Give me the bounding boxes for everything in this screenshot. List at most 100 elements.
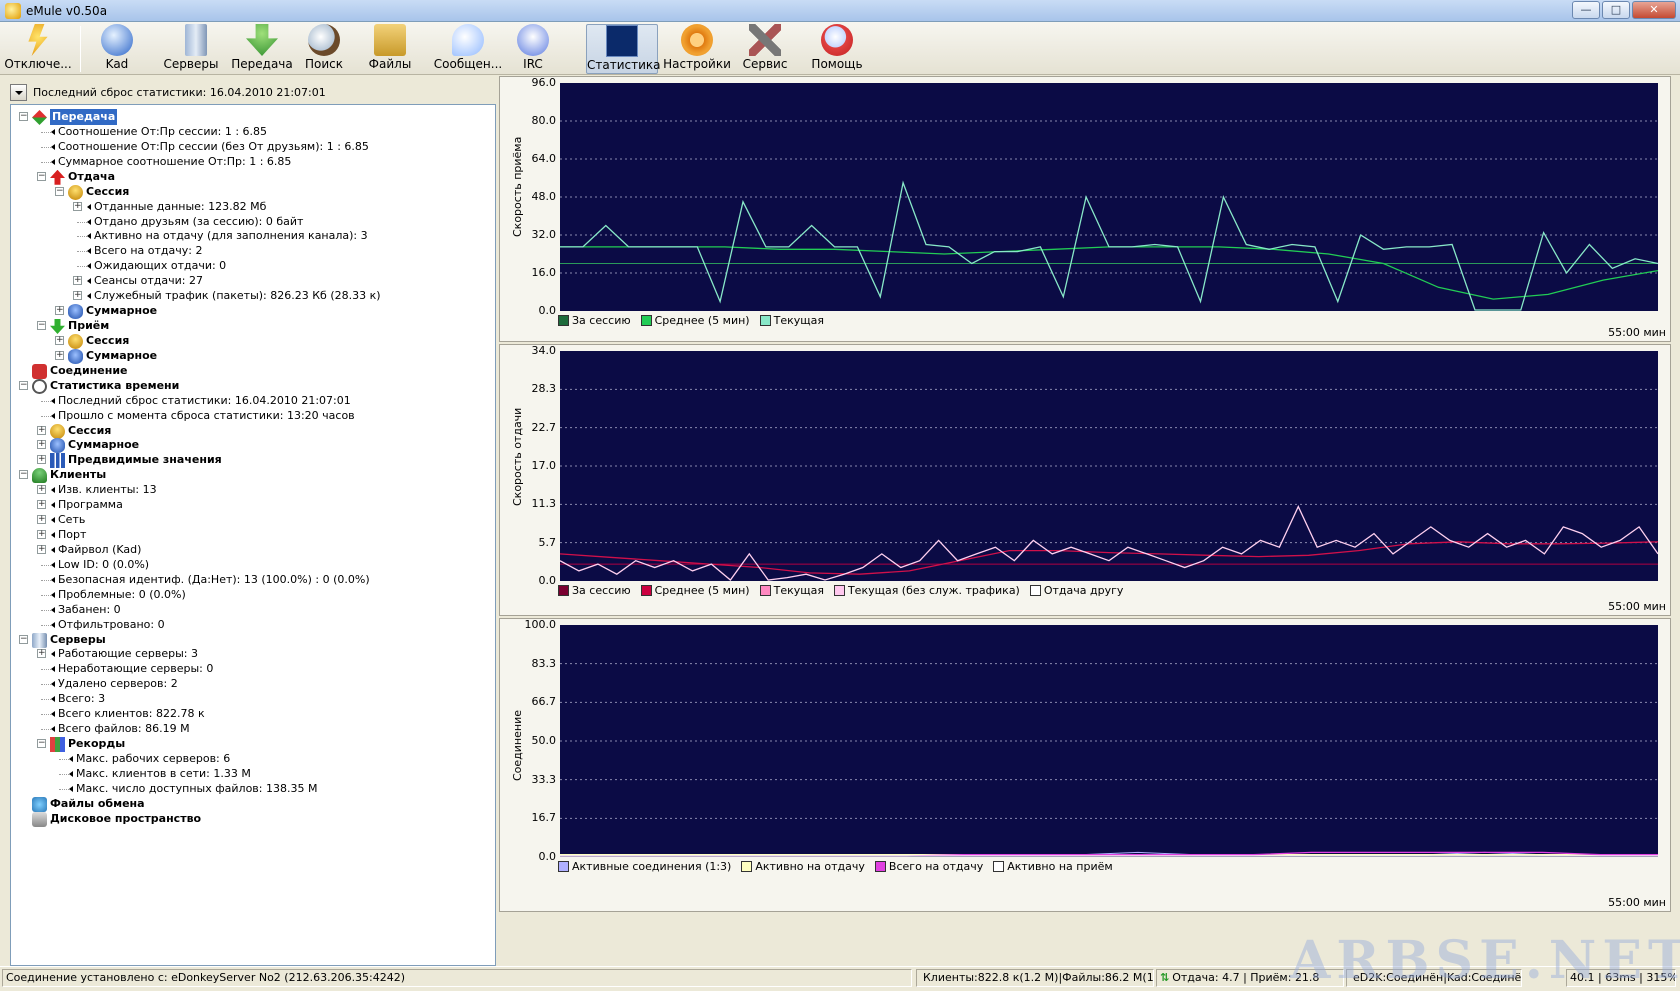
expand-toggle[interactable]: + [55, 350, 64, 360]
expand-toggle[interactable]: + [73, 291, 82, 301]
toolbar-button-transfer[interactable]: Передача [228, 24, 296, 74]
expand-toggle[interactable]: + [73, 201, 82, 211]
legend-item[interactable]: Среднее (5 мин) [640, 584, 750, 597]
expand-toggle[interactable]: + [37, 530, 46, 540]
tree-group-node[interactable]: Сессия [86, 333, 129, 349]
tree-stat-node[interactable]: Сеть [58, 512, 85, 528]
expand-toggle[interactable]: + [37, 649, 46, 659]
toolbar-button-tools[interactable]: Сервис [738, 24, 792, 74]
tree-group-node[interactable]: Приём [68, 318, 109, 334]
tree-stat-node[interactable]: Ожидающих отдачи: 0 [94, 258, 226, 274]
toolbar-button-search[interactable]: Поиск [298, 24, 350, 74]
tree-stat-node[interactable]: Макс. клиентов в сети: 1.33 М [76, 766, 251, 782]
tree-stat-node[interactable]: Суммарное соотношение От:Пр: 1 : 6.85 [58, 154, 291, 170]
toolbar-button-statistics[interactable]: Статистика [586, 24, 661, 74]
collapse-toggle[interactable]: − [19, 470, 28, 480]
collapse-toggle[interactable]: − [55, 186, 64, 196]
toolbar-button-kad-globe[interactable]: Kad [92, 24, 142, 74]
expand-toggle[interactable]: + [37, 500, 46, 510]
legend-item[interactable]: Активные соединения (1:3) [558, 860, 731, 873]
tree-stat-node[interactable]: Макс. число доступных файлов: 138.35 М [76, 781, 317, 797]
tree-stat-node[interactable]: Последний сброс статистики: 16.04.2010 2… [58, 393, 351, 409]
legend-item[interactable]: Текущая [759, 584, 824, 597]
collapse-toggle[interactable]: − [37, 321, 46, 331]
expand-toggle[interactable]: + [37, 544, 46, 554]
legend-item[interactable]: Всего на отдачу [874, 860, 983, 873]
tree-stat-node[interactable]: Безопасная идентиф. (Да:Нет): 13 (100.0%… [58, 572, 370, 588]
toolbar-button-messages[interactable]: Сообщен... [430, 24, 506, 74]
collapse-toggle[interactable]: − [19, 634, 28, 644]
legend-item[interactable]: За сессию [558, 314, 631, 327]
minimize-button[interactable]: — [1572, 1, 1600, 19]
tree-group-node[interactable]: Статистика времени [50, 378, 179, 394]
tree-stat-node[interactable]: Соотношение От:Пр сессии: 1 : 6.85 [58, 124, 267, 140]
tree-group-node[interactable]: Файлы обмена [50, 796, 145, 812]
tree-group-node[interactable]: Сессия [86, 184, 129, 200]
tree-stat-node[interactable]: Проблемные: 0 (0.0%) [58, 587, 186, 603]
legend-item[interactable]: Текущая [759, 314, 824, 327]
tree-stat-node[interactable]: Активно на отдачу (для заполнения канала… [94, 228, 368, 244]
toolbar-button-irc[interactable]: IRC [510, 24, 556, 74]
legend-item[interactable]: Текущая (без служ. трафика) [833, 584, 1020, 597]
tree-group-node[interactable]: Сессия [68, 423, 111, 439]
tree-stat-node[interactable]: Всего: 3 [58, 691, 105, 707]
tree-group-node[interactable]: Рекорды [68, 736, 125, 752]
tree-stat-node[interactable]: Всего клиентов: 822.78 к [58, 706, 205, 722]
expand-toggle[interactable]: + [73, 276, 82, 286]
tree-stat-node[interactable]: Сеансы отдачи: 27 [94, 273, 203, 289]
legend-item[interactable]: Активно на отдачу [741, 860, 865, 873]
tree-stat-node[interactable]: Неработающие серверы: 0 [58, 661, 213, 677]
tree-group-node[interactable]: Серверы [50, 632, 106, 648]
tree-stat-node[interactable]: Удалено серверов: 2 [58, 676, 178, 692]
tree-stat-node[interactable]: Соотношение От:Пр сессии (без От друзьям… [58, 139, 369, 155]
tree-group-node[interactable]: Суммарное [86, 303, 157, 319]
tree-stat-node[interactable]: Изв. клиенты: 13 [58, 482, 157, 498]
tree-stat-node[interactable]: Отдано друзьям (за сессию): 0 байт [94, 214, 303, 230]
tree-stat-node[interactable]: Всего на отдачу: 2 [94, 243, 203, 259]
expand-toggle[interactable]: + [55, 335, 64, 345]
expand-toggle[interactable]: + [37, 515, 46, 525]
tree-group-node[interactable]: Соединение [50, 363, 128, 379]
tree-group-node[interactable]: Суммарное [68, 437, 139, 453]
tree-stat-node[interactable]: Low ID: 0 (0.0%) [58, 557, 149, 573]
tree-group-node[interactable]: Клиенты [50, 467, 106, 483]
toolbar-button-servers[interactable]: Серверы [160, 24, 222, 74]
expand-toggle[interactable]: + [37, 455, 46, 465]
tree-group-node[interactable]: Предвидимые значения [68, 452, 222, 468]
toolbar-button-shared-files[interactable]: Файлы [364, 24, 416, 74]
tree-stat-node[interactable]: Прошло с момента сброса статистики: 13:2… [58, 408, 355, 424]
collapse-toggle[interactable]: − [19, 380, 28, 390]
tree-stat-node[interactable]: Всего файлов: 86.19 М [58, 721, 190, 737]
statistics-menu-dropdown[interactable] [10, 83, 27, 101]
tree-stat-node[interactable]: Макс. рабочих серверов: 6 [76, 751, 230, 767]
tree-stat-node[interactable]: Программа [58, 497, 123, 513]
tree-group-node[interactable]: Дисковое пространство [50, 811, 201, 827]
close-button[interactable]: ✕ [1632, 1, 1676, 19]
tree-group-node[interactable]: Передача [50, 109, 118, 125]
tree-stat-node[interactable]: Отфильтровано: 0 [58, 617, 165, 633]
tree-group-node[interactable]: Отдача [68, 169, 115, 185]
tree-stat-node[interactable]: Работающие серверы: 3 [58, 646, 198, 662]
expand-toggle[interactable]: + [37, 425, 46, 435]
legend-item[interactable]: Активно на приём [993, 860, 1113, 873]
expand-toggle[interactable]: + [55, 306, 64, 316]
legend-item[interactable]: Среднее (5 мин) [640, 314, 750, 327]
tree-group-node[interactable]: Суммарное [86, 348, 157, 364]
collapse-toggle[interactable]: − [37, 739, 46, 749]
toolbar-button-help[interactable]: Помощь [808, 24, 866, 74]
expand-toggle[interactable]: + [37, 440, 46, 450]
tree-stat-node[interactable]: Файрвол (Kad) [58, 542, 141, 558]
toolbar-button-disconnect[interactable]: Отключе... [2, 24, 74, 74]
statistics-tree[interactable]: − Передача Соотношение От:Пр сессии: 1 : 6… [10, 104, 496, 966]
tree-stat-node[interactable]: Служебный трафик (пакеты): 826.23 Кб (28… [94, 288, 381, 304]
tree-stat-node[interactable]: Порт [58, 527, 86, 543]
tree-stat-node[interactable]: Забанен: 0 [58, 602, 121, 618]
toolbar-button-settings[interactable]: Настройки [662, 24, 732, 74]
legend-item[interactable]: Отдача другу [1029, 584, 1123, 597]
maximize-button[interactable]: □ [1602, 1, 1630, 19]
legend-item[interactable]: За сессию [558, 584, 631, 597]
expand-toggle[interactable]: + [37, 485, 46, 495]
tree-stat-node[interactable]: Отданные данные: 123.82 Мб [94, 199, 266, 215]
collapse-toggle[interactable]: − [19, 112, 28, 121]
collapse-toggle[interactable]: − [37, 171, 46, 181]
